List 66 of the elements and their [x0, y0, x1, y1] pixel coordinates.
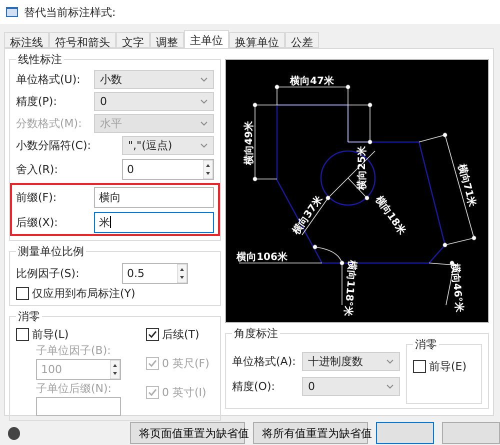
tab[interactable]: 主单位	[184, 30, 229, 48]
caret-icon	[200, 99, 208, 104]
help-icon[interactable]	[8, 426, 20, 440]
dimension-label: 横向46°米	[448, 262, 464, 313]
checkbox-label: 0 英尺(F)	[162, 356, 210, 371]
caret-icon	[200, 143, 208, 148]
field-label: 后缀(X):	[16, 214, 58, 230]
text-field[interactable]	[36, 397, 121, 416]
spinner-arrows-icon[interactable]	[110, 360, 120, 379]
dimension-label: 横向49米	[244, 121, 255, 165]
group-title: 消零	[413, 337, 439, 352]
window-title: 替代当前标注样式:	[24, 4, 116, 20]
field-label: 子单位因子(B):	[36, 343, 112, 358]
caret-icon	[200, 121, 208, 126]
spinner-arrows-icon[interactable]	[203, 160, 213, 178]
dropdown[interactable]: 小数	[94, 70, 214, 89]
spinner-arrows-icon[interactable]	[177, 264, 187, 282]
text-field[interactable]: 横向	[94, 186, 214, 208]
dimension-label: 横向47米	[290, 76, 334, 87]
field-label: 比例因子(S):	[16, 266, 80, 280]
checkbox[interactable]	[16, 328, 29, 341]
dimension-label: 横向18米	[372, 194, 408, 237]
checkbox-label: 0 英寸(I)	[162, 385, 206, 400]
tab[interactable]: 标注线	[4, 32, 49, 48]
checkbox-label: 后续(T)	[162, 327, 200, 342]
spinner-field[interactable]: 0.5	[122, 262, 188, 284]
field-label: 精度(P):	[16, 94, 57, 109]
dropdown[interactable]: 0	[94, 92, 214, 111]
tab[interactable]: 公差	[285, 32, 319, 48]
dropdown[interactable]: 十进制度数	[302, 352, 400, 371]
caret-icon	[386, 359, 394, 364]
checkbox-label: 前导(L)	[32, 327, 69, 342]
checkbox[interactable]	[146, 328, 159, 341]
dropdown[interactable]: ","(逗点)	[122, 136, 214, 155]
group-title: 角度标注	[232, 326, 280, 341]
tab[interactable]: 文字	[116, 32, 150, 48]
dimension-label: 横向25米	[357, 146, 368, 190]
group-title: 消零	[16, 309, 42, 324]
group-title: 线性标注	[16, 52, 64, 67]
field-label: 精度(O):	[232, 379, 275, 394]
tab[interactable]: 符号和箭头	[49, 32, 116, 48]
dimension-label: 横向118°米	[342, 260, 358, 317]
tab[interactable]: 调整	[150, 32, 184, 48]
app-icon	[6, 7, 18, 17]
group-title: 测量单位比例	[16, 244, 86, 259]
field-label: 分数格式(M):	[16, 116, 82, 131]
field-label: 单位格式(A):	[232, 354, 296, 369]
dimension-label: 横向106米	[236, 252, 288, 263]
field-label: 子单位后缀(N):	[36, 381, 113, 396]
dimension-label: 横向37米	[290, 194, 326, 237]
tab[interactable]: 换算单位	[229, 32, 285, 48]
field-label: 小数分隔符(C):	[16, 138, 91, 153]
dimension-label: 横向71米	[455, 162, 478, 208]
caret-icon	[200, 77, 208, 82]
checkbox[interactable]	[16, 287, 29, 300]
dialog-button[interactable]	[376, 422, 434, 444]
field-label: 前缀(F):	[16, 190, 57, 204]
checkbox-label: 仅应用到布局标注(Y)	[32, 286, 136, 301]
checkbox-label: 前导(E)	[429, 359, 467, 374]
checkbox[interactable]	[413, 360, 426, 373]
field-label: 舍入(R):	[16, 162, 58, 176]
spinner-field[interactable]: 0	[122, 158, 214, 180]
caret-icon	[386, 384, 394, 389]
text-field[interactable]: 米	[94, 212, 214, 232]
field-label: 单位格式(U):	[16, 72, 80, 87]
dropdown[interactable]: 0	[302, 377, 400, 396]
